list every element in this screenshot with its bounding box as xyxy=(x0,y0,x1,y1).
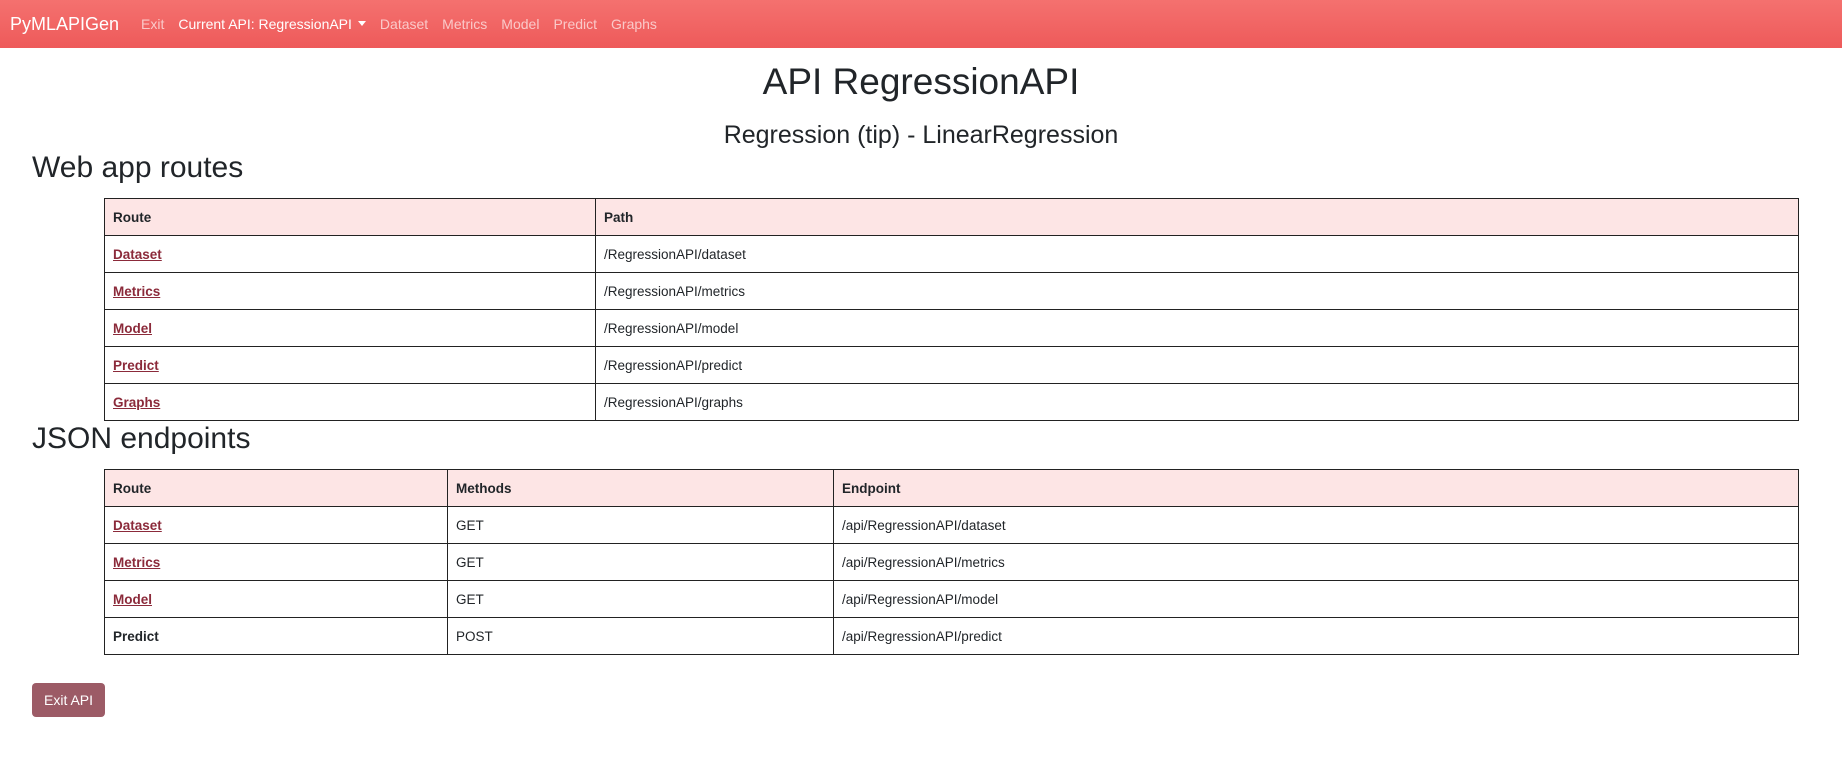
brand-logo[interactable]: PyMLAPIGen xyxy=(10,14,119,35)
endpoint-cell: /api/RegressionAPI/model xyxy=(833,580,1799,619)
path-cell: /RegressionAPI/model xyxy=(595,309,1799,348)
nav-metrics-link[interactable]: Metrics xyxy=(442,16,487,32)
endpoint-cell: /api/RegressionAPI/dataset xyxy=(833,506,1799,545)
route-cell: Model xyxy=(104,580,448,619)
route-link-metrics[interactable]: Metrics xyxy=(113,284,160,299)
table-row: Dataset GET /api/RegressionAPI/dataset xyxy=(104,506,1799,545)
table-row: Dataset /RegressionAPI/dataset xyxy=(104,235,1799,274)
table-row: Predict POST /api/RegressionAPI/predict xyxy=(104,617,1799,656)
exit-api-button[interactable]: Exit API xyxy=(32,683,106,718)
methods-cell: GET xyxy=(447,580,834,619)
column-header-endpoint: Endpoint xyxy=(833,469,1799,508)
route-cell: Metrics xyxy=(104,272,596,311)
current-api-dropdown[interactable]: Current API: RegressionAPI xyxy=(178,16,366,32)
table-row: Predict /RegressionAPI/predict xyxy=(104,346,1799,385)
route-link-dataset[interactable]: Dataset xyxy=(113,247,162,262)
endpoint-link-model[interactable]: Model xyxy=(113,592,152,607)
route-cell: Graphs xyxy=(104,383,596,422)
current-api-label: Current API: RegressionAPI xyxy=(178,16,352,32)
path-cell: /RegressionAPI/predict xyxy=(595,346,1799,385)
endpoint-link-dataset[interactable]: Dataset xyxy=(113,518,162,533)
path-cell: /RegressionAPI/graphs xyxy=(595,383,1799,422)
nav-dataset-link[interactable]: Dataset xyxy=(380,16,428,32)
column-header-path: Path xyxy=(595,198,1799,237)
column-header-methods: Methods xyxy=(447,469,834,508)
route-cell: Dataset xyxy=(104,506,448,545)
route-cell: Predict xyxy=(104,617,448,656)
nav-predict-link[interactable]: Predict xyxy=(553,16,597,32)
nav-graphs-link[interactable]: Graphs xyxy=(611,16,657,32)
json-endpoints-heading: JSON endpoints xyxy=(32,422,251,456)
endpoint-link-metrics[interactable]: Metrics xyxy=(113,555,160,570)
route-cell: Dataset xyxy=(104,235,596,274)
table-header-row: Route Path xyxy=(104,198,1799,237)
endpoint-label-predict: Predict xyxy=(113,628,159,644)
path-cell: /RegressionAPI/metrics xyxy=(595,272,1799,311)
methods-cell: GET xyxy=(447,543,834,582)
nav-exit-link[interactable]: Exit xyxy=(141,16,164,32)
top-navbar: PyMLAPIGen Exit Current API: RegressionA… xyxy=(0,0,1842,48)
route-link-model[interactable]: Model xyxy=(113,321,152,336)
table-row: Model /RegressionAPI/model xyxy=(104,309,1799,348)
route-link-graphs[interactable]: Graphs xyxy=(113,395,160,410)
caret-down-icon xyxy=(357,20,366,26)
table-row: Metrics GET /api/RegressionAPI/metrics xyxy=(104,543,1799,582)
column-header-route: Route xyxy=(104,198,596,237)
web-routes-heading: Web app routes xyxy=(32,151,244,185)
json-endpoints-table: Route Methods Endpoint Dataset GET /api/… xyxy=(104,469,1799,656)
page-subtitle: Regression (tip) - LinearRegression xyxy=(723,121,1119,150)
path-cell: /RegressionAPI/dataset xyxy=(595,235,1799,274)
route-link-predict[interactable]: Predict xyxy=(113,358,159,373)
table-row: Model GET /api/RegressionAPI/model xyxy=(104,580,1799,619)
page-title: API RegressionAPI xyxy=(762,61,1080,102)
table-header-row: Route Methods Endpoint xyxy=(104,469,1799,508)
table-row: Graphs /RegressionAPI/graphs xyxy=(104,383,1799,422)
methods-cell: POST xyxy=(447,617,834,656)
table-row: Metrics /RegressionAPI/metrics xyxy=(104,272,1799,311)
route-cell: Metrics xyxy=(104,543,448,582)
nav-model-link[interactable]: Model xyxy=(501,16,539,32)
web-routes-table: Route Path Dataset /RegressionAPI/datase… xyxy=(104,198,1799,422)
route-cell: Model xyxy=(104,309,596,348)
column-header-route: Route xyxy=(104,469,448,508)
endpoint-cell: /api/RegressionAPI/predict xyxy=(833,617,1799,656)
endpoint-cell: /api/RegressionAPI/metrics xyxy=(833,543,1799,582)
route-cell: Predict xyxy=(104,346,596,385)
methods-cell: GET xyxy=(447,506,834,545)
